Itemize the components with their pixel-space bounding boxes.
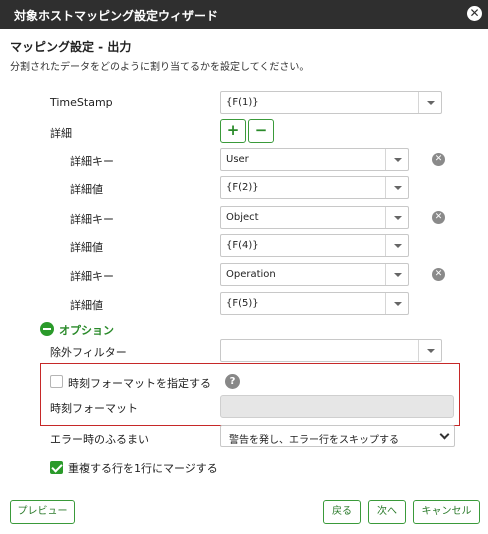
error-behavior-select[interactable]: 警告を発し、エラー行をスキップする xyxy=(220,425,455,447)
detail-key-combobox[interactable]: Operation xyxy=(220,263,409,286)
chevron-down-icon[interactable] xyxy=(385,264,408,285)
detail-value-label: 詳細値 xyxy=(70,183,103,196)
preview-button[interactable]: プレビュー xyxy=(10,500,75,524)
next-button[interactable]: 次へ xyxy=(368,500,406,524)
options-toggle-label[interactable]: オプション xyxy=(59,322,114,338)
detail-key-combobox[interactable]: Object xyxy=(220,206,409,229)
detail-value-label: 詳細値 xyxy=(70,241,103,254)
delete-detail-icon[interactable]: ✕ xyxy=(432,211,445,224)
timestamp-value: {F(1)} xyxy=(226,97,259,108)
detail-key-label: 詳細キー xyxy=(70,270,114,283)
time-format-label: 時刻フォーマット xyxy=(50,402,138,415)
chevron-down-icon[interactable] xyxy=(418,340,441,361)
exclude-filter-label: 除外フィルター xyxy=(50,346,127,359)
chevron-down-icon xyxy=(439,429,450,440)
collapse-icon[interactable] xyxy=(40,322,54,336)
detail-label: 詳細 xyxy=(50,127,72,140)
detail-value-combobox[interactable]: {F(5)} xyxy=(220,292,409,315)
time-format-checkbox-label[interactable]: 時刻フォーマットを指定する xyxy=(68,375,211,391)
time-format-checkbox[interactable] xyxy=(50,375,63,388)
detail-key-value: Object xyxy=(226,212,259,223)
chevron-down-icon[interactable] xyxy=(418,92,441,113)
back-button[interactable]: 戻る xyxy=(323,500,361,524)
detail-key-label: 詳細キー xyxy=(70,213,114,226)
detail-key-value: Operation xyxy=(226,269,276,280)
delete-detail-icon[interactable]: ✕ xyxy=(432,268,445,281)
close-icon[interactable]: ✕ xyxy=(467,6,482,21)
section-description: 分割されたデータをどのように割り当てるかを設定してください。 xyxy=(10,62,310,73)
error-behavior-label: エラー時のふるまい xyxy=(50,433,149,446)
chevron-down-icon[interactable] xyxy=(385,149,408,170)
merge-rows-checkbox[interactable] xyxy=(50,461,63,474)
timestamp-combobox[interactable]: {F(1)} xyxy=(220,91,442,114)
detail-value-combobox[interactable]: {F(4)} xyxy=(220,234,409,257)
section-heading: マッピング設定 - 出力 xyxy=(10,40,132,54)
detail-key-value: User xyxy=(226,154,249,165)
chevron-down-icon[interactable] xyxy=(385,207,408,228)
error-behavior-value: 警告を発し、エラー行をスキップする xyxy=(229,435,399,446)
detail-value-value: {F(4)} xyxy=(226,240,259,251)
add-detail-button[interactable]: + xyxy=(220,119,246,143)
exclude-filter-combobox[interactable] xyxy=(220,339,442,362)
timestamp-label: TimeStamp xyxy=(50,96,113,109)
detail-value-value: {F(2)} xyxy=(226,182,259,193)
cancel-button[interactable]: キャンセル xyxy=(413,500,480,524)
time-format-input xyxy=(220,395,454,418)
chevron-down-icon[interactable] xyxy=(385,235,408,256)
delete-detail-icon[interactable]: ✕ xyxy=(432,153,445,166)
dialog-title: 対象ホストマッピング設定ウィザード xyxy=(0,0,488,29)
detail-value-label: 詳細値 xyxy=(70,299,103,312)
detail-key-label: 詳細キー xyxy=(70,155,114,168)
chevron-down-icon[interactable] xyxy=(385,293,408,314)
wizard-dialog: 対象ホストマッピング設定ウィザード ✕ マッピング設定 - 出力 分割されたデー… xyxy=(0,0,488,534)
detail-value-combobox[interactable]: {F(2)} xyxy=(220,176,409,199)
detail-value-value: {F(5)} xyxy=(226,298,259,309)
detail-key-combobox[interactable]: User xyxy=(220,148,409,171)
remove-detail-button[interactable]: − xyxy=(248,119,274,143)
chevron-down-icon[interactable] xyxy=(385,177,408,198)
help-icon[interactable]: ? xyxy=(225,374,240,389)
merge-rows-label[interactable]: 重複する行を1行にマージする xyxy=(68,460,218,476)
